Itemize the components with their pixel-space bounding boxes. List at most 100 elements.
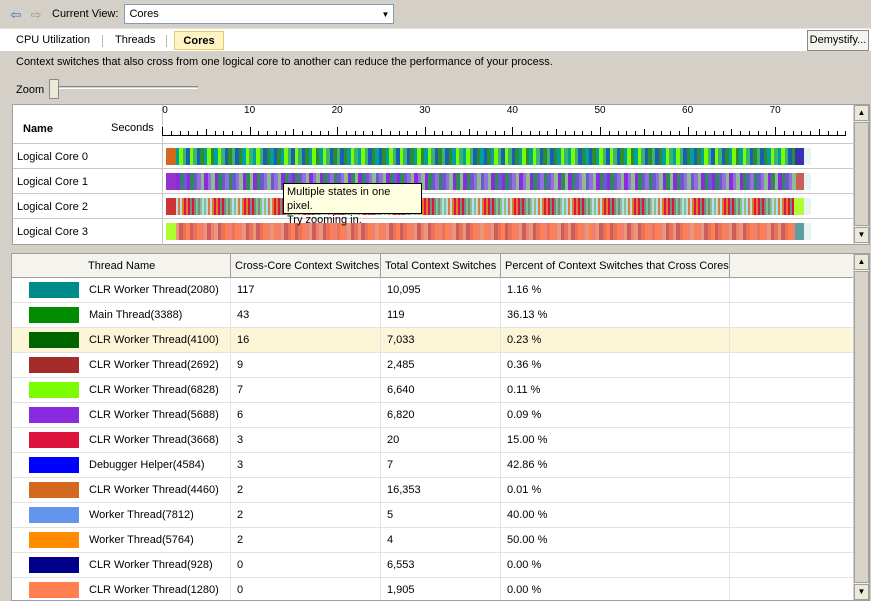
table-row[interactable]: CLR Worker Thread(6828) 7 6,640 0.11 % — [12, 378, 854, 403]
ruler-tick — [310, 131, 312, 135]
core-row[interactable]: Logical Core 3 — [13, 218, 858, 243]
table-row[interactable]: Worker Thread(7812) 2 5 40.00 % — [12, 503, 854, 528]
ruler-tick — [687, 127, 689, 135]
percent-cell: 42.86 % — [501, 453, 730, 477]
pane-splitter[interactable] — [0, 245, 871, 253]
ruler-tick — [766, 131, 768, 135]
table-row[interactable]: CLR Worker Thread(2692) 9 2,485 0.36 % — [12, 353, 854, 378]
ruler-tick — [442, 131, 444, 135]
table-scrollbar[interactable]: ▲ ▼ — [853, 254, 869, 600]
ruler-tick — [827, 131, 829, 135]
ruler-tick — [267, 131, 269, 135]
ruler-tick — [214, 131, 216, 135]
demystify-button[interactable]: Demystify... — [807, 30, 869, 51]
table-row[interactable]: CLR Worker Thread(928) 0 6,553 0.00 % — [12, 553, 854, 578]
ruler-tick — [538, 131, 540, 135]
ruler-tick — [617, 131, 619, 135]
total-switches-cell: 10,095 — [381, 278, 501, 302]
ruler-tick — [170, 131, 172, 135]
scroll-down-icon[interactable]: ▼ — [854, 227, 869, 243]
thread-name-cell: CLR Worker Thread(1280) — [84, 578, 231, 600]
ruler-tick — [591, 131, 593, 135]
percent-cell: 40.00 % — [501, 503, 730, 527]
core-row-label: Logical Core 1 — [17, 176, 88, 188]
ruler-tick — [670, 131, 672, 135]
total-switches-cell: 7 — [381, 453, 501, 477]
column-percent[interactable]: Percent of Context Switches that Cross C… — [501, 254, 730, 277]
ruler-tick — [556, 129, 558, 135]
scroll-down-icon[interactable]: ▼ — [854, 584, 869, 600]
table-row[interactable]: Main Thread(3388) 43 119 36.13 % — [12, 303, 854, 328]
zoom-slider-thumb[interactable] — [49, 79, 59, 99]
table-row[interactable]: CLR Worker Thread(1280) 0 1,905 0.00 % — [12, 578, 854, 600]
zoom-slider-track[interactable] — [52, 86, 198, 89]
ruler-tick — [573, 131, 575, 135]
thread-color-swatch — [29, 557, 79, 573]
cross-core-cell: 16 — [231, 328, 381, 352]
thread-color-swatch — [29, 482, 79, 498]
core-row[interactable]: Logical Core 1 — [13, 168, 858, 193]
ruler-tick — [713, 131, 715, 135]
total-switches-cell: 6,820 — [381, 403, 501, 427]
ruler-tick — [240, 131, 242, 135]
ruler-tick — [529, 131, 531, 135]
thread-name-cell: Main Thread(3388) — [84, 303, 231, 327]
core-row[interactable]: Logical Core 0 — [13, 143, 858, 168]
column-total[interactable]: Total Context Switches — [381, 254, 501, 277]
tab-divider — [102, 35, 103, 47]
column-cross-core[interactable]: Cross-Core Context Switches — [231, 254, 381, 277]
table-row[interactable]: CLR Worker Thread(2080) 117 10,095 1.16 % — [12, 278, 854, 303]
total-switches-cell: 119 — [381, 303, 501, 327]
tab-threads[interactable]: Threads — [115, 31, 155, 50]
view-description: Context switches that also cross from on… — [16, 56, 553, 68]
cross-core-cell: 0 — [231, 578, 381, 600]
ruler-tick — [451, 131, 453, 135]
core-activity-bar[interactable] — [166, 223, 811, 240]
thread-color-swatch — [29, 407, 79, 423]
tab-cores[interactable]: Cores — [174, 31, 224, 50]
ruler-tick — [643, 129, 645, 135]
time-ruler — [162, 135, 846, 136]
forward-arrow-icon[interactable]: ⇨ — [28, 6, 44, 22]
table-row[interactable]: CLR Worker Thread(3668) 3 20 15.00 % — [12, 428, 854, 453]
scroll-thumb[interactable] — [854, 271, 869, 583]
core-activity-bar[interactable] — [166, 148, 811, 165]
table-row[interactable]: Debugger Helper(4584) 3 7 42.86 % — [12, 453, 854, 478]
ruler-tick-label: 30 — [419, 105, 431, 116]
ruler-tick — [722, 131, 724, 135]
scroll-up-icon[interactable]: ▲ — [854, 254, 869, 270]
ruler-tick — [284, 131, 286, 135]
table-row[interactable]: CLR Worker Thread(4460) 2 16,353 0.01 % — [12, 478, 854, 503]
back-arrow-icon[interactable]: ⇦ — [8, 6, 24, 22]
core-activity-bar[interactable] — [166, 173, 811, 190]
timeline-scrollbar[interactable]: ▲ ▼ — [853, 105, 869, 244]
ruler-tick — [337, 127, 339, 135]
table-row[interactable]: CLR Worker Thread(4100) 16 7,033 0.23 % — [12, 328, 854, 353]
table-header: Thread Name Cross-Core Context Switches … — [12, 254, 854, 278]
scroll-thumb[interactable] — [854, 122, 869, 226]
ruler-tick — [486, 131, 488, 135]
current-view-dropdown[interactable]: Cores ▼ — [124, 4, 395, 24]
thread-name-cell: CLR Worker Thread(2692) — [84, 353, 231, 377]
table-row[interactable]: Worker Thread(5764) 2 4 50.00 % — [12, 528, 854, 553]
tab-cpu-utilization[interactable]: CPU Utilization — [16, 31, 90, 50]
total-switches-cell: 6,640 — [381, 378, 501, 402]
total-switches-cell: 1,905 — [381, 578, 501, 600]
timeline-seconds-header: Seconds — [111, 122, 154, 134]
thread-name-cell: CLR Worker Thread(5688) — [84, 403, 231, 427]
ruler-tick — [381, 129, 382, 135]
table-row[interactable]: CLR Worker Thread(5688) 6 6,820 0.09 % — [12, 403, 854, 428]
ruler-tick-label: 40 — [506, 105, 518, 116]
core-activity-bar[interactable] — [166, 198, 811, 215]
column-thread-name[interactable]: Thread Name — [12, 254, 231, 277]
cross-core-cell: 3 — [231, 428, 381, 452]
thread-color-swatch — [29, 357, 79, 373]
ruler-tick — [398, 131, 400, 135]
percent-cell: 50.00 % — [501, 528, 730, 552]
ruler-tick — [258, 131, 260, 135]
tooltip-line-1: Multiple states in one pixel. — [287, 186, 391, 212]
cross-core-cell: 2 — [231, 503, 381, 527]
scroll-up-icon[interactable]: ▲ — [854, 105, 869, 121]
ruler-tick — [582, 131, 584, 135]
core-row[interactable]: Logical Core 2 — [13, 193, 858, 218]
